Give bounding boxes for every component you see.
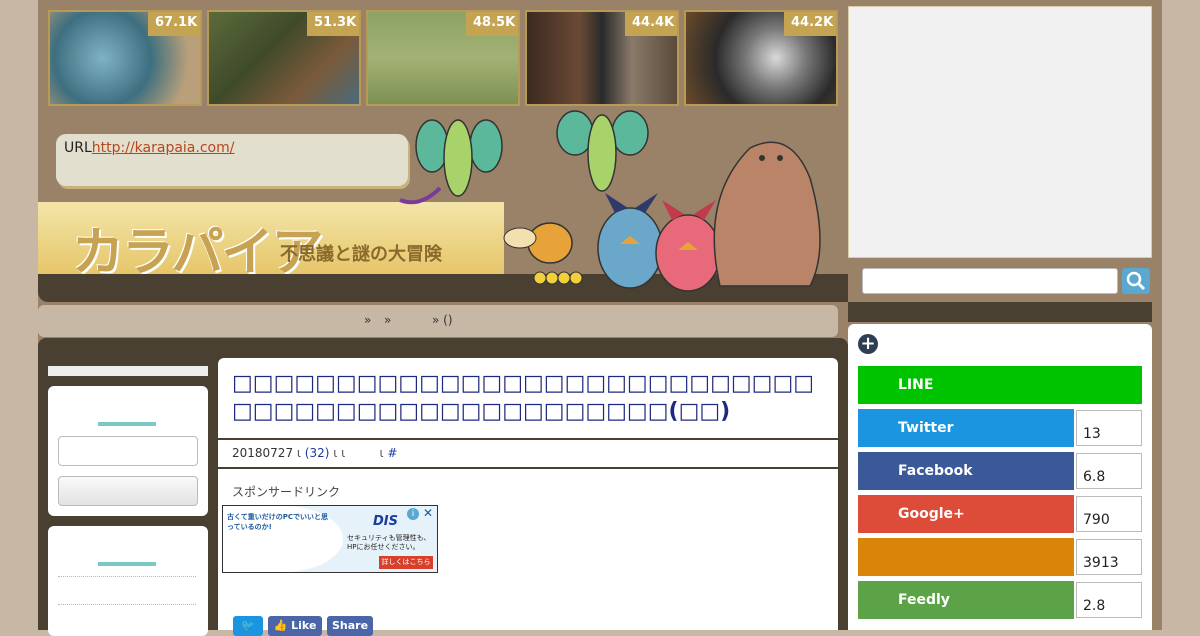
facebook-like-button[interactable]: 👍 Like	[268, 616, 322, 636]
ad-banner[interactable]: 古くて重いだけのPCでいいと思っているのか! DIS i ✕ セキュリティも管理…	[222, 505, 438, 573]
social-row-twitter[interactable]: Twitter 13	[858, 409, 1142, 447]
search-button[interactable]	[1122, 268, 1150, 294]
comment-count-link[interactable]: (32)	[305, 446, 330, 460]
thumbnail-3[interactable]: 48.5K	[366, 10, 520, 106]
ad-info-icon[interactable]: i	[407, 508, 419, 520]
popular-thumbnails: 67.1K 51.3K 48.5K 44.4K 44.2K	[48, 10, 840, 110]
thumbnail-4[interactable]: 44.4K	[525, 10, 679, 106]
breadcrumb: » » » ()	[38, 305, 838, 337]
social-row-hatena[interactable]: 3913	[858, 538, 1142, 576]
feedly-count: 2.8	[1076, 582, 1142, 618]
thumbnail-count: 51.3K	[307, 12, 359, 36]
meta-divider	[218, 467, 838, 469]
ad-brand: DIS	[373, 514, 398, 529]
sponsor-label: スポンサードリンク	[232, 485, 341, 499]
article-title: □□□□□□□□□□□□□□□□□□□□□□□□□□□□□□□□□□□□□□□□…	[232, 371, 815, 424]
widget-heading-accent	[98, 562, 156, 566]
breadcrumb-sep-3: » ()	[432, 313, 453, 327]
sidebar-search-input[interactable]	[58, 436, 198, 466]
facebook-share-button[interactable]: Share	[327, 616, 373, 636]
plus-icon[interactable]: +	[858, 334, 878, 354]
hatena-button[interactable]	[858, 538, 1074, 576]
title-divider	[218, 438, 838, 440]
thumbnail-count: 44.2K	[784, 12, 836, 36]
ad-close-icon[interactable]: ✕	[423, 506, 433, 520]
facebook-button[interactable]: Facebook	[858, 452, 1074, 490]
hatena-count: 3913	[1076, 539, 1142, 575]
breadcrumb-sep-1: »	[364, 313, 372, 327]
search-icon	[1126, 271, 1146, 291]
right-ad-slot	[848, 6, 1152, 258]
twitter-count: 13	[1076, 410, 1142, 446]
thumbnail-count: 48.5K	[466, 12, 518, 36]
thumbnail-2[interactable]: 51.3K	[207, 10, 361, 106]
list-divider	[58, 604, 196, 605]
social-share-panel: + LINE Twitter 13 Facebook 6.8 Google+ 7…	[848, 324, 1152, 630]
article: □□□□□□□□□□□□□□□□□□□□□□□□□□□□□□□□□□□□□□□□…	[218, 358, 838, 636]
article-meta: 20180727 ι (32) ι ι ι #	[232, 446, 398, 460]
list-divider	[58, 576, 196, 577]
tag-link[interactable]: #	[387, 446, 397, 460]
ad-text-1: 古くて重いだけのPCでいいと思っているのか!	[227, 513, 329, 531]
tweet-button[interactable]: 🐦	[233, 616, 263, 636]
sidebar-search-widget	[48, 386, 208, 516]
thumbnail-5[interactable]: 44.2K	[684, 10, 838, 106]
sidebar-search-button[interactable]	[58, 476, 198, 506]
widget-heading-accent	[98, 422, 156, 426]
article-date: 20180727	[232, 446, 294, 460]
thumbs-up-icon: 👍	[273, 619, 288, 632]
twitter-bird-icon: 🐦	[241, 619, 255, 632]
googleplus-count: 790	[1076, 496, 1142, 532]
facebook-count: 6.8	[1076, 453, 1142, 489]
thumbnail-count: 44.4K	[625, 12, 677, 36]
right-search-panel	[848, 258, 1152, 302]
breadcrumb-sep-2: »	[384, 313, 392, 327]
line-button[interactable]: LINE	[858, 366, 1142, 404]
right-divider-bar	[848, 302, 1152, 322]
twitter-button[interactable]: Twitter	[858, 409, 1074, 447]
search-input[interactable]	[862, 268, 1118, 294]
social-row-line[interactable]: LINE	[858, 366, 1142, 404]
url-box: URLhttp://karapaia.com/	[56, 134, 408, 186]
thumbnail-count: 67.1K	[148, 12, 200, 36]
mascot-illustration-icon	[399, 110, 821, 292]
social-row-googleplus[interactable]: Google+ 790	[858, 495, 1142, 533]
url-label: URL	[64, 140, 92, 156]
ad-cta-button[interactable]: 詳しくはこちら	[379, 556, 433, 569]
url-link[interactable]: http://karapaia.com/	[92, 140, 235, 156]
like-label: Like	[291, 619, 317, 632]
sidebar-list-widget	[48, 526, 208, 636]
thumbnail-1[interactable]: 67.1K	[48, 10, 202, 106]
googleplus-button[interactable]: Google+	[858, 495, 1074, 533]
ad-text-2: セキュリティも管理性も、HPにお任せください。	[347, 534, 431, 551]
feedly-button[interactable]: Feedly	[858, 581, 1074, 619]
social-row-feedly[interactable]: Feedly 2.8	[858, 581, 1142, 619]
share-label: Share	[331, 619, 369, 632]
social-row-facebook[interactable]: Facebook 6.8	[858, 452, 1142, 490]
left-sidebar-bar	[48, 366, 208, 376]
